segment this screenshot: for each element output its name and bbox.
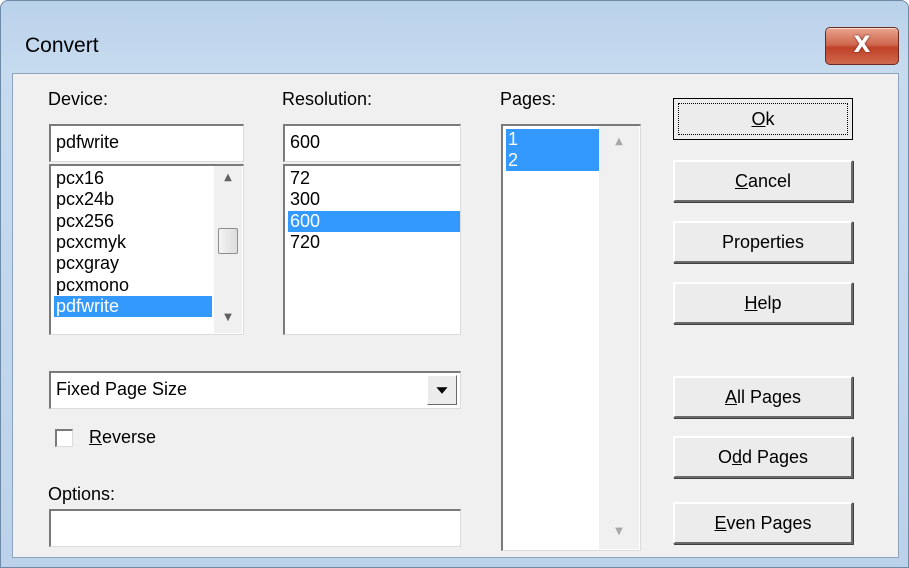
scroll-up-icon[interactable]: ▲ (214, 172, 242, 183)
properties-button-label: Properties (721, 232, 805, 252)
dialog-body: Device: pdfwrite pcx16 pcx24b pcx256 pcxcmy… (12, 73, 899, 558)
pages-item[interactable]: 2 (506, 150, 599, 172)
page-size-value: Fixed Page Size (56, 379, 188, 399)
chevron-down-icon (436, 387, 448, 394)
title-bar[interactable]: Convert (1, 1, 908, 57)
scrollbar-thumb[interactable] (218, 228, 238, 254)
resolution-item[interactable]: 300 (288, 189, 460, 210)
odd-pages-button[interactable]: Odd Pages (673, 436, 853, 478)
options-label: Options: (48, 484, 116, 504)
page-size-dropdown-button[interactable] (427, 375, 457, 405)
cancel-button-label: Cancel (734, 171, 792, 191)
close-icon: X (853, 33, 871, 58)
help-button[interactable]: Help (673, 282, 853, 324)
device-item[interactable]: pcxmono (54, 275, 212, 296)
pages-list-scrollbar[interactable]: ▲ ▼ (599, 126, 639, 549)
cancel-button[interactable]: Cancel (673, 160, 853, 202)
pages-item[interactable]: 1 (506, 129, 599, 150)
pages-list[interactable]: 12 ▲ ▼ (501, 124, 641, 551)
device-item[interactable]: pcxcmyk (54, 232, 212, 253)
device-item[interactable]: pcx16 (54, 168, 212, 189)
options-input[interactable] (49, 509, 461, 547)
convert-dialog: Convert X Device: pdfwrite pcx16 pcx24b pc… (0, 0, 909, 568)
scroll-up-icon[interactable]: ▲ (599, 136, 639, 147)
resolution-item[interactable]: 600 (288, 210, 460, 232)
scroll-down-icon[interactable]: ▼ (599, 526, 639, 537)
resolution-label: Resolution: (282, 89, 373, 109)
device-item[interactable]: pcx256 (54, 211, 212, 232)
device-item[interactable]: pdfwrite (54, 295, 212, 317)
device-list-scrollbar[interactable]: ▲ ▼ (214, 166, 242, 333)
resolution-list[interactable]: 72 300 600 720 (283, 164, 461, 335)
page-size-select[interactable]: Fixed Page Size (49, 371, 461, 409)
device-label: Device: (48, 89, 109, 109)
help-button-label: Help (744, 293, 782, 313)
properties-button[interactable]: Properties (673, 221, 853, 263)
reverse-label-rest: everse (102, 427, 157, 447)
resolution-item[interactable]: 720 (288, 232, 460, 253)
even-pages-button[interactable]: Even Pages (673, 502, 853, 544)
device-item[interactable]: pcxgray (54, 253, 212, 274)
device-item[interactable]: pcx24b (54, 189, 212, 210)
resolution-input-value: 600 (290, 132, 321, 152)
resolution-input[interactable]: 600 (283, 124, 461, 162)
reverse-label[interactable]: Reverse (89, 427, 156, 448)
odd-pages-button-label: Odd Pages (717, 447, 809, 467)
pages-label: Pages: (500, 89, 557, 109)
reverse-checkbox[interactable] (55, 429, 73, 447)
all-pages-button[interactable]: All Pages (673, 376, 853, 418)
device-input[interactable]: pdfwrite (49, 124, 244, 162)
all-pages-button-label: All Pages (724, 387, 802, 407)
scroll-down-icon[interactable]: ▼ (214, 312, 242, 323)
ok-button-label: Ok (751, 109, 775, 129)
even-pages-button-label: Even Pages (714, 513, 812, 533)
device-input-value: pdfwrite (56, 132, 120, 152)
device-list[interactable]: pcx16 pcx24b pcx256 pcxcmyk pcxgray pcxmono pd… (49, 164, 244, 335)
reverse-mnemonic: R (89, 427, 102, 447)
window-title: Convert (25, 34, 99, 57)
ok-button[interactable]: Ok (673, 98, 853, 140)
close-button[interactable]: X (825, 27, 899, 65)
resolution-item[interactable]: 72 (288, 168, 460, 189)
